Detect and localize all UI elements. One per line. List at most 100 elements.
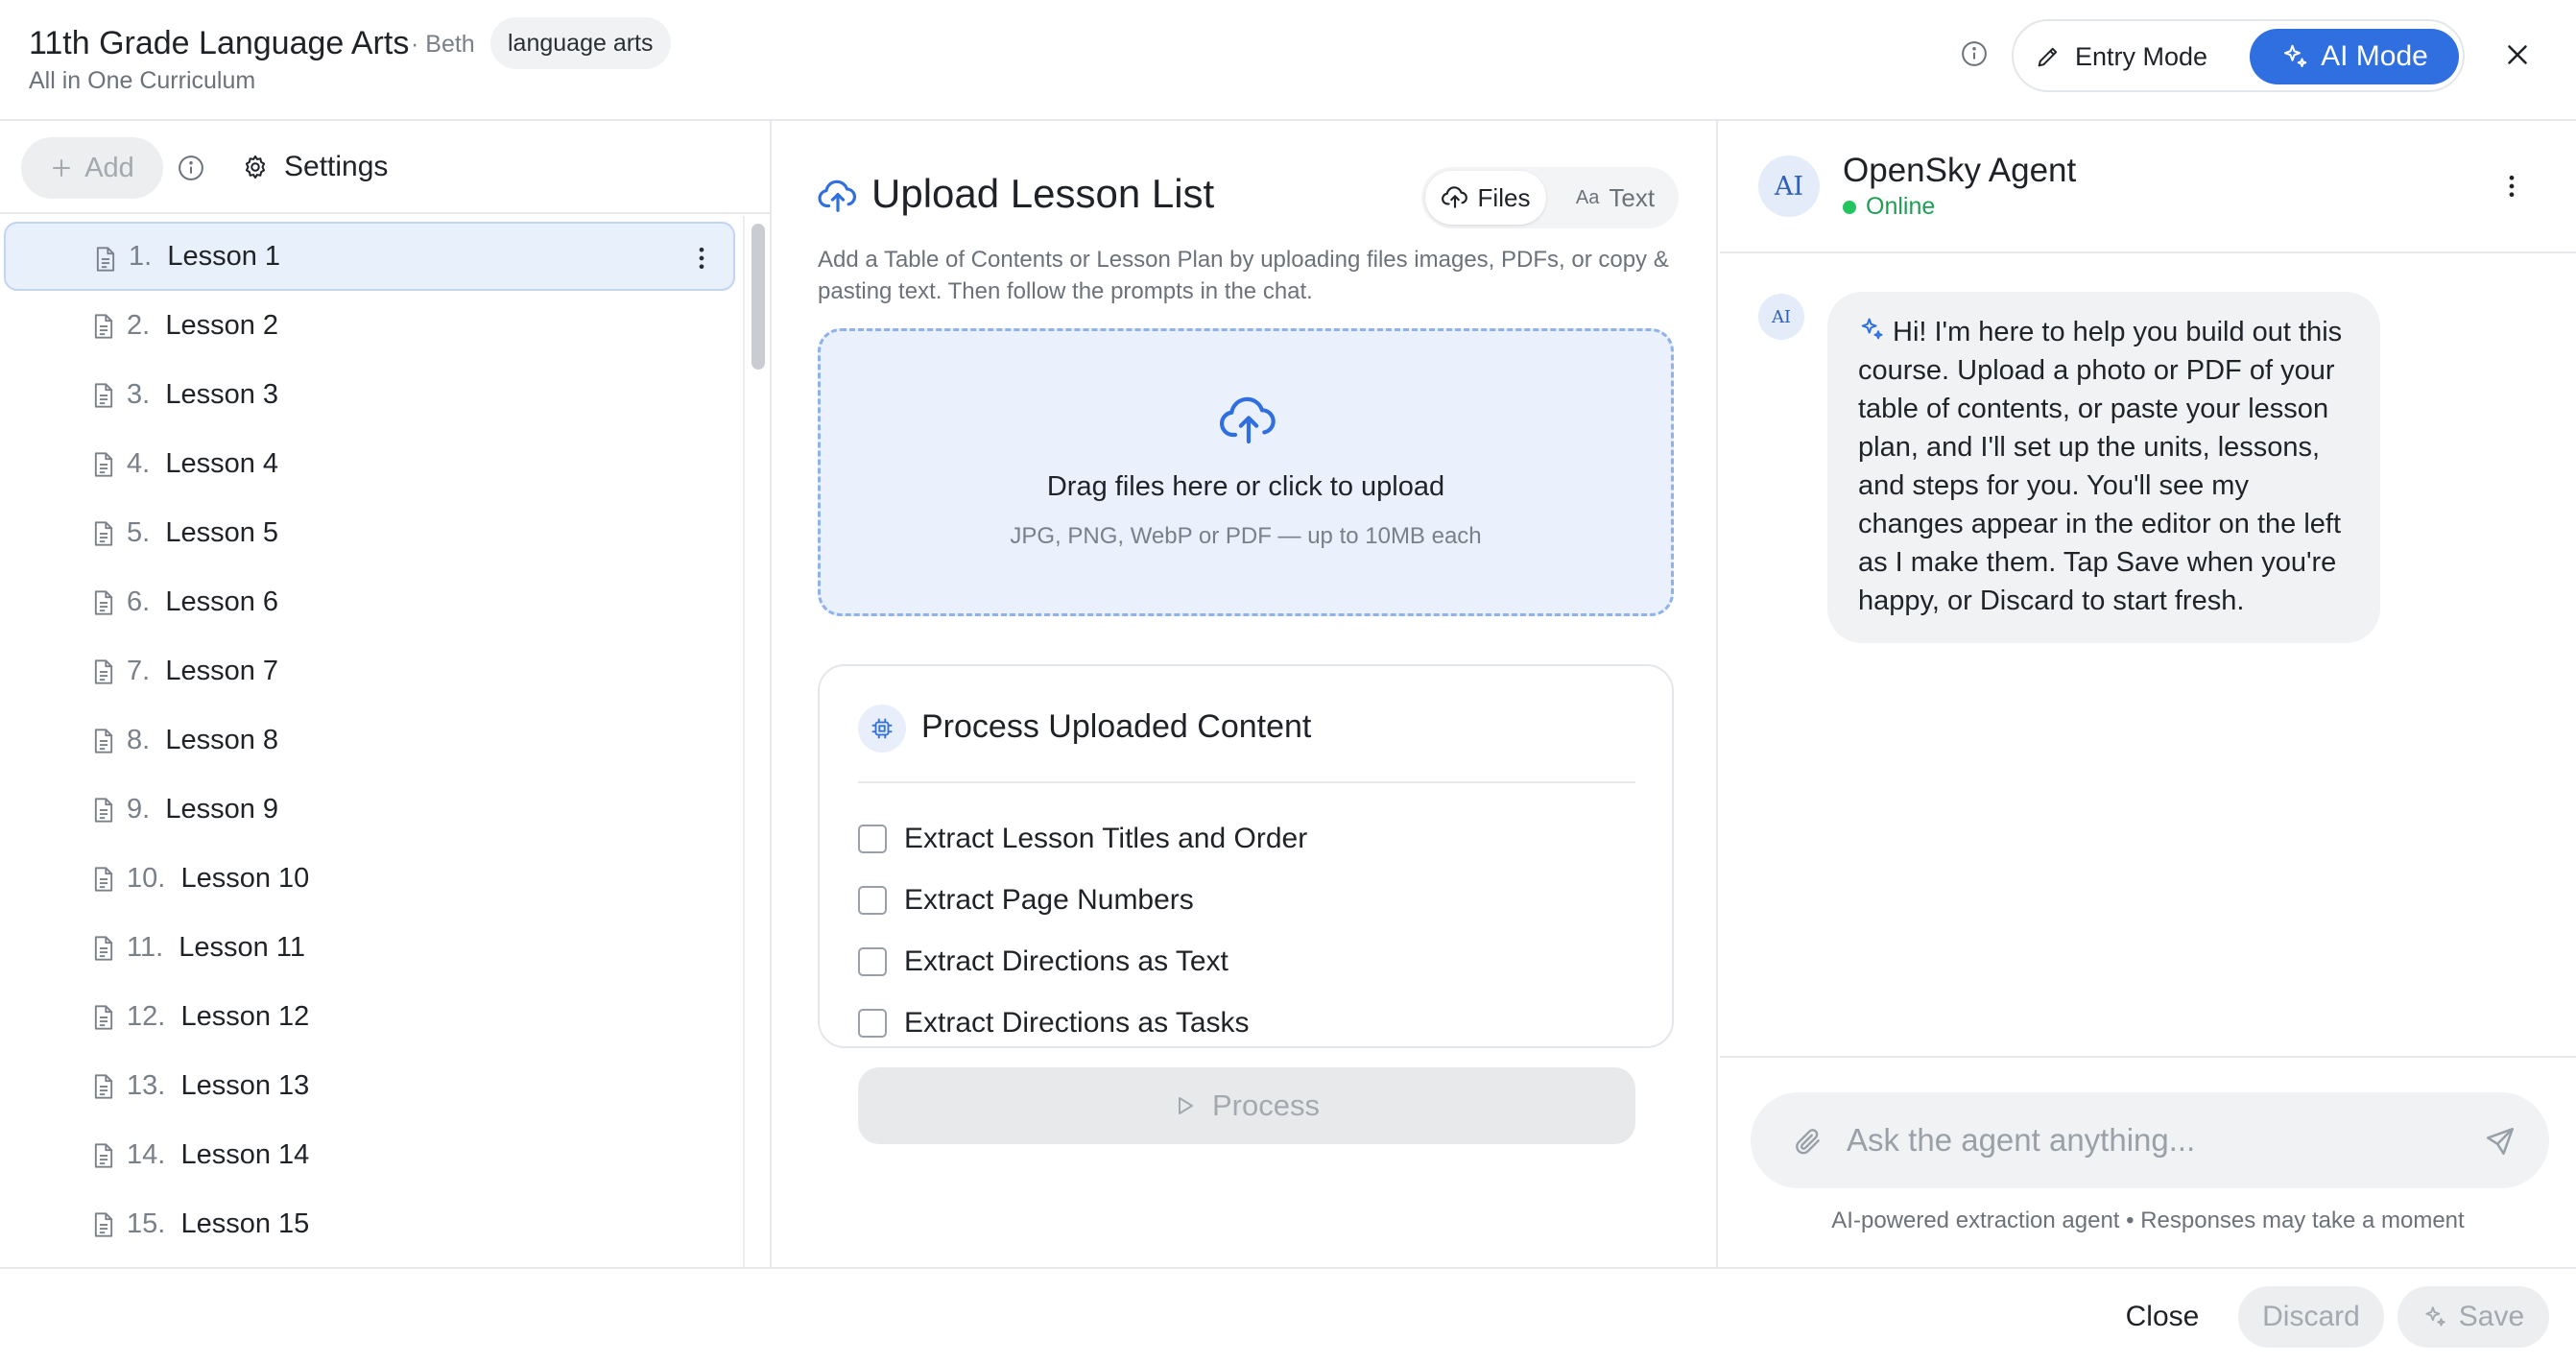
gear-icon	[242, 154, 269, 180]
upload-description: Add a Table of Contents or Lesson Plan b…	[818, 247, 1669, 304]
ai-mode-button[interactable]: AI Mode	[2250, 29, 2459, 84]
document-icon	[92, 520, 115, 547]
lesson-number: 15.	[127, 1208, 166, 1239]
lesson-title: Lesson 5	[165, 516, 279, 548]
lesson-label: 3. Lesson 3	[127, 379, 278, 411]
lesson-number: 12.	[127, 1000, 166, 1032]
agent-status-label: Online	[1866, 193, 1936, 220]
lesson-label: 10. Lesson 10	[127, 863, 309, 895]
settings-label: Settings	[284, 151, 389, 182]
pencil-icon	[2035, 43, 2062, 70]
lesson-row[interactable]: 1. Lesson 1	[4, 222, 735, 291]
sparkle-icon	[2280, 42, 2309, 71]
lesson-outline-panel: Add Settings 1. Lesson 1 2. Lesson 2 3. Le…	[0, 121, 772, 1267]
lesson-title: Lesson 7	[165, 655, 279, 686]
option-extract-titles[interactable]: Extract Lesson Titles and Order	[858, 820, 1307, 858]
discard-button[interactable]: Discard	[2238, 1286, 2384, 1348]
lesson-row[interactable]: 12. Lesson 12	[4, 982, 735, 1051]
upload-title: Upload Lesson List	[871, 171, 1215, 216]
checkbox[interactable]	[858, 825, 887, 853]
document-icon	[92, 451, 115, 478]
lesson-title: Lesson 11	[179, 931, 305, 963]
lesson-title: Lesson 13	[180, 1069, 310, 1101]
ask-agent-input[interactable]	[1847, 1112, 2461, 1169]
option-label: Extract Directions as Tasks	[904, 1007, 1250, 1039]
lesson-title: Lesson 14	[180, 1138, 310, 1170]
close-icon[interactable]	[2501, 38, 2534, 71]
add-label: Add	[84, 152, 134, 183]
lesson-number: 7.	[127, 655, 151, 686]
cloud-upload-icon	[1218, 395, 1279, 448]
lesson-label: 2. Lesson 2	[127, 310, 278, 342]
option-label: Extract Lesson Titles and Order	[904, 823, 1308, 854]
process-card: Process Uploaded Content Extract Lesson …	[818, 664, 1674, 1144]
sparkle-icon	[2422, 1304, 2447, 1329]
outline-toolbar: Add Settings	[0, 121, 770, 214]
option-extract-directions-tasks[interactable]: Extract Directions as Tasks	[858, 1004, 1250, 1042]
lesson-label: 1. Lesson 1	[129, 241, 280, 273]
lesson-row[interactable]: 7. Lesson 7	[4, 636, 735, 705]
option-extract-directions-text[interactable]: Extract Directions as Text	[858, 943, 1228, 981]
lesson-row[interactable]: 8. Lesson 8	[4, 705, 735, 775]
paperclip-icon[interactable]	[1793, 1125, 1824, 1158]
lesson-row[interactable]: 13. Lesson 13	[4, 1051, 735, 1120]
checkbox[interactable]	[858, 947, 887, 976]
more-vertical-icon[interactable]	[687, 242, 716, 275]
lesson-row[interactable]: 6. Lesson 6	[4, 567, 735, 636]
lesson-label: 9. Lesson 9	[127, 794, 278, 825]
save-label: Save	[2458, 1301, 2525, 1332]
file-dropzone[interactable]: Drag files here or click to upload JPG, …	[818, 328, 1674, 616]
course-subtitle: All in One Curriculum	[29, 67, 256, 94]
checkbox[interactable]	[858, 1009, 887, 1038]
chat-composer	[1751, 1092, 2549, 1188]
checkbox[interactable]	[858, 886, 887, 915]
agent-header: AI OpenSky Agent Online	[1720, 121, 2576, 253]
document-icon	[92, 382, 115, 409]
message-avatar: AI	[1758, 294, 1804, 340]
composer-note: AI-powered extraction agent • Responses …	[1831, 1208, 2465, 1233]
document-icon	[94, 246, 117, 273]
course-title: 11th Grade Language Arts	[29, 25, 410, 61]
agent-message-text: Hi! I'm here to help you build out this …	[1858, 317, 2343, 616]
lesson-number: 3.	[127, 378, 151, 410]
lesson-row[interactable]: 3. Lesson 3	[4, 360, 735, 429]
divider	[858, 781, 1635, 783]
document-icon	[92, 797, 115, 824]
lesson-row[interactable]: 4. Lesson 4	[4, 429, 735, 498]
lesson-row[interactable]: 15. Lesson 15	[4, 1189, 735, 1258]
text-size-icon: Aa	[1575, 186, 1600, 208]
settings-button[interactable]: Settings	[242, 146, 388, 188]
add-button[interactable]: Add	[21, 137, 163, 199]
more-vertical-icon[interactable]	[2497, 169, 2526, 203]
lesson-row[interactable]: 5. Lesson 5	[4, 498, 735, 567]
info-icon[interactable]	[1960, 39, 1989, 68]
save-button[interactable]: Save	[2397, 1286, 2549, 1348]
lesson-row[interactable]: 14. Lesson 14	[4, 1120, 735, 1189]
option-extract-page-numbers[interactable]: Extract Page Numbers	[858, 881, 1194, 920]
document-icon	[92, 1073, 115, 1100]
lesson-row[interactable]: 2. Lesson 2	[4, 291, 735, 360]
process-button[interactable]: Process	[858, 1067, 1635, 1144]
lesson-row[interactable]: 9. Lesson 9	[4, 775, 735, 844]
source-toggle: Files Aa Text	[1421, 167, 1679, 228]
mode-toggle: Entry Mode AI Mode	[2012, 19, 2465, 92]
tab-files[interactable]: Files	[1425, 171, 1546, 225]
document-icon	[92, 1004, 115, 1031]
cloud-upload-icon	[1441, 185, 1468, 210]
lesson-row[interactable]: 11. Lesson 11	[4, 913, 735, 982]
agent-status: Online	[1843, 193, 1935, 221]
lesson-row[interactable]: 10. Lesson 10	[4, 844, 735, 913]
lesson-title: Lesson 2	[165, 309, 279, 341]
lesson-label: 12. Lesson 12	[127, 1001, 309, 1033]
tab-text[interactable]: Aa Text	[1556, 171, 1675, 225]
lesson-label: 14. Lesson 14	[127, 1139, 309, 1171]
send-icon[interactable]	[2484, 1125, 2516, 1158]
lesson-list-scrollbar[interactable]	[743, 216, 770, 1267]
info-icon[interactable]	[177, 154, 205, 182]
lesson-label: 8. Lesson 8	[127, 725, 278, 756]
lesson-title: Lesson 4	[165, 447, 279, 479]
scrollbar-thumb[interactable]	[751, 224, 765, 370]
entry-mode-button[interactable]: Entry Mode	[2035, 29, 2207, 84]
online-dot-icon	[1843, 200, 1856, 214]
close-button[interactable]: Close	[2110, 1286, 2215, 1348]
